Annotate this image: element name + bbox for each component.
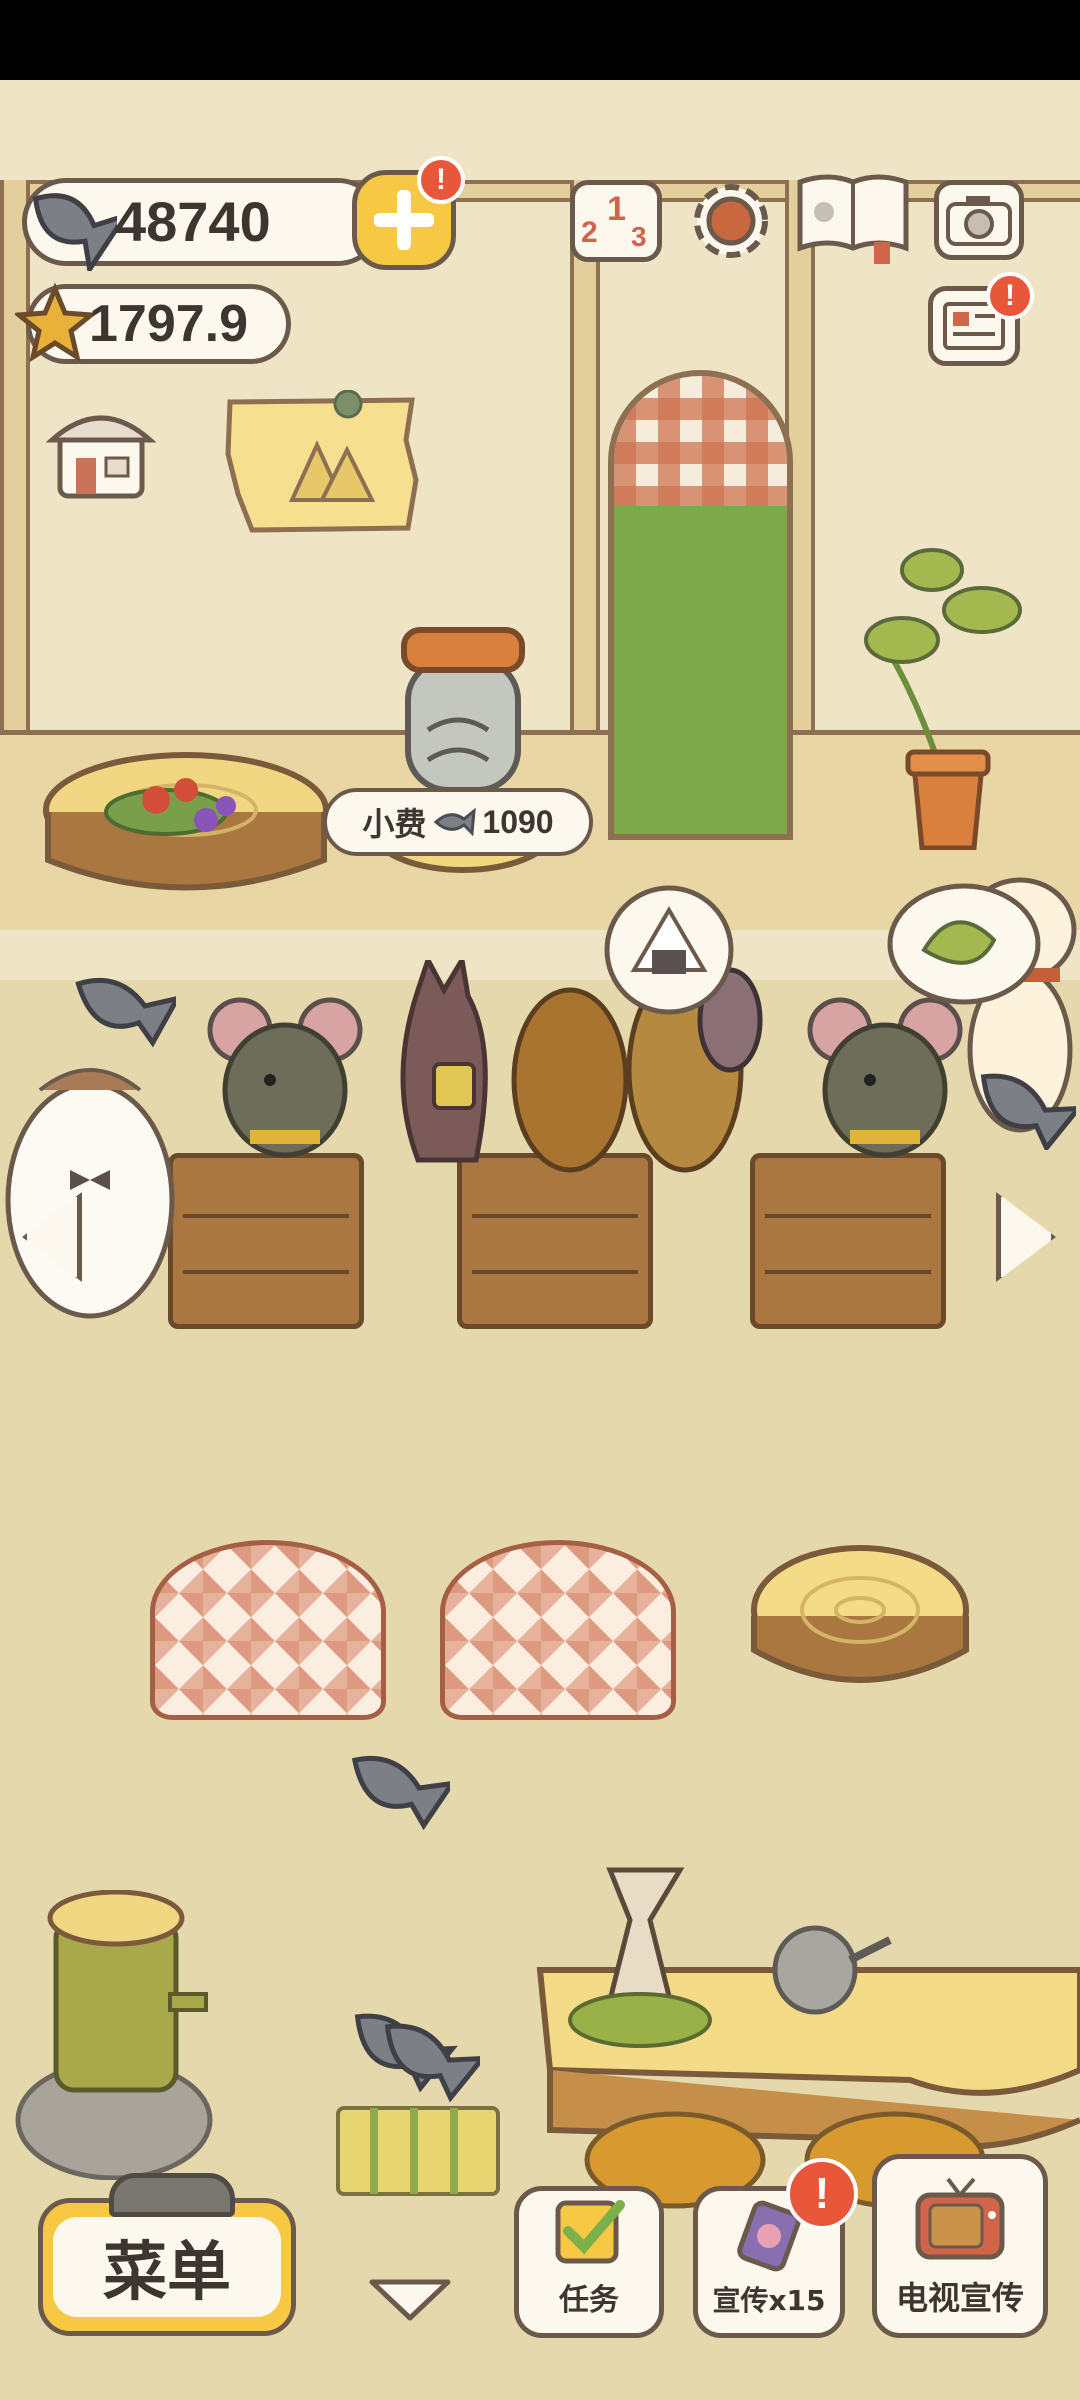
game-scene[interactable]: 小费 1090 48740 ! 1797.9 2 1 3 ! 菜单 任务 宣传x… xyxy=(0,80,1080,2400)
dining-table-2[interactable] xyxy=(440,1540,676,1720)
svg-text:3: 3 xyxy=(631,221,647,252)
gear-icon xyxy=(694,184,768,258)
camera-button[interactable] xyxy=(934,180,1024,260)
notification-badge: ! xyxy=(986,272,1034,320)
chevron-down-icon xyxy=(369,2279,451,2321)
star-currency-pill: 1797.9 xyxy=(15,283,291,364)
potted-plant xyxy=(864,548,1022,850)
order-bubble-riceball[interactable] xyxy=(594,880,744,1030)
order-bubble-dumpling[interactable] xyxy=(884,880,1044,1010)
promote-label: 宣传x15 xyxy=(712,2284,826,2317)
camera-icon xyxy=(946,196,1012,246)
notification-badge: ! xyxy=(786,2158,858,2230)
tip-amount: 1090 xyxy=(482,803,554,840)
shop-icon[interactable] xyxy=(45,402,157,502)
recipe-book-button[interactable] xyxy=(794,172,912,264)
berry-counter[interactable] xyxy=(36,740,336,920)
drink-barrel[interactable] xyxy=(10,1890,220,2180)
collapse-button[interactable] xyxy=(366,2274,454,2324)
tasks-button[interactable]: 任务 xyxy=(514,2186,664,2338)
settings-button[interactable] xyxy=(686,176,776,266)
tip-label: 小费 xyxy=(362,805,427,843)
plus-icon xyxy=(374,190,434,250)
customer-table-1[interactable] xyxy=(168,1153,364,1329)
fish-pickup[interactable] xyxy=(966,1070,1076,1150)
svg-text:1: 1 xyxy=(607,190,626,228)
menu-label: 菜单 xyxy=(103,2236,231,2310)
customer-table-3[interactable] xyxy=(750,1153,946,1329)
checklist-icon xyxy=(555,2200,625,2264)
fish-count: 48740 xyxy=(115,190,271,253)
clipboard-clip xyxy=(109,2173,235,2217)
fish-icon xyxy=(434,807,477,837)
fish-pickup[interactable] xyxy=(340,1750,450,1830)
mouse-customer[interactable] xyxy=(200,990,370,1160)
fish-pickup[interactable] xyxy=(340,2010,480,2110)
tasks-label: 任务 xyxy=(559,2283,619,2318)
star-icon xyxy=(15,283,95,363)
menu-button[interactable]: 菜单 xyxy=(38,2173,296,2336)
leaderboard-button[interactable]: 2 1 3 xyxy=(570,180,662,262)
doorway xyxy=(608,370,793,840)
stump-table[interactable] xyxy=(736,1540,976,1710)
bamboo-mat xyxy=(336,2106,500,2196)
notification-badge: ! xyxy=(417,156,465,204)
tip-jar[interactable] xyxy=(368,620,558,910)
door-curtain xyxy=(614,376,787,506)
svg-text:2: 2 xyxy=(581,216,598,249)
tv-promote-label: 电视宣传 xyxy=(895,2279,1024,2317)
map-poster[interactable] xyxy=(222,390,422,540)
fish-pickup[interactable] xyxy=(66,970,176,1050)
tv-promote-button[interactable]: 电视宣传 xyxy=(872,2154,1048,2338)
recipe-book-icon xyxy=(797,174,909,264)
tv-icon xyxy=(915,2177,1005,2260)
dining-table-1[interactable] xyxy=(150,1540,386,1720)
chef-cat[interactable] xyxy=(0,1050,190,1320)
fish-icon xyxy=(32,193,117,271)
star-count: 1797.9 xyxy=(89,295,249,353)
mouse-customer[interactable] xyxy=(800,990,970,1160)
fish-currency-pill: 48740 xyxy=(22,178,382,271)
leaderboard-icon: 2 1 3 xyxy=(581,190,647,252)
tip-bubble[interactable]: 小费 1090 xyxy=(323,788,593,856)
